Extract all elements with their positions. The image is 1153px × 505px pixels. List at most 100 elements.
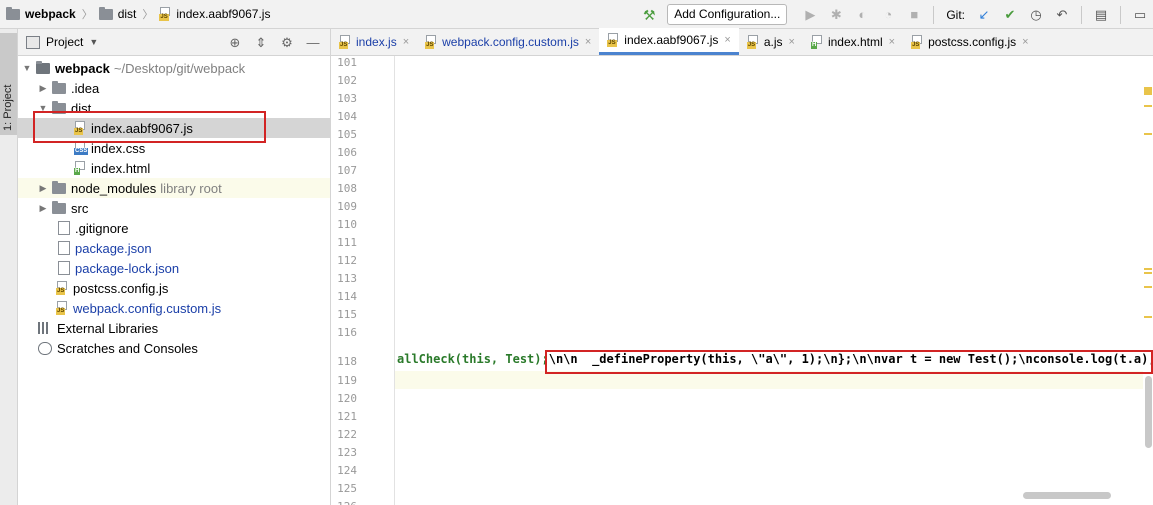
line-number: 111 xyxy=(337,236,357,249)
chevron-right-icon[interactable]: ▶ xyxy=(38,183,48,194)
horizontal-scrollbar[interactable] xyxy=(1023,492,1111,499)
git-commit-icon[interactable]: ✔ xyxy=(1002,7,1018,23)
breadcrumb-project[interactable]: webpack xyxy=(6,6,76,21)
html-file-icon: H xyxy=(74,161,87,175)
main-toolbar: ⚒ Add Configuration... ▶ ✱ ◐ ◔ ■ Git: ↙ … xyxy=(641,0,1153,29)
line-number: 114 xyxy=(337,290,357,303)
git-revert-icon[interactable]: ↶ xyxy=(1054,7,1070,23)
tab-index-aabf9067-js[interactable]: JS index.aabf9067.js × xyxy=(599,28,739,55)
warning-mark[interactable] xyxy=(1144,87,1152,95)
close-icon[interactable]: × xyxy=(724,34,730,46)
css-file-icon: CSS xyxy=(74,141,89,155)
coverage-icon[interactable]: ◐ xyxy=(854,7,870,23)
warning-mark[interactable] xyxy=(1144,286,1152,288)
project-view-selector[interactable]: Project xyxy=(46,35,83,49)
project-panel-header: Project ▼ ⊕ ⇕ ⚙ — xyxy=(18,29,330,56)
line-number: 113 xyxy=(337,272,357,285)
warning-mark[interactable] xyxy=(1144,133,1152,135)
git-history-icon[interactable]: ◷ xyxy=(1028,7,1044,23)
line-number: 105 xyxy=(337,128,357,141)
debug-icon[interactable]: ✱ xyxy=(828,7,844,23)
warning-mark[interactable] xyxy=(1144,316,1152,318)
tree-item-package-json[interactable]: package.json xyxy=(18,238,330,258)
git-label: Git: xyxy=(946,7,965,22)
html-file-icon: H xyxy=(810,34,824,49)
line-number: 108 xyxy=(337,182,357,195)
warning-mark[interactable] xyxy=(1144,105,1152,107)
tab-webpack-config-custom-js[interactable]: JS webpack.config.custom.js × xyxy=(417,28,599,55)
folder-icon xyxy=(52,80,66,94)
chevron-right-icon: 〉 xyxy=(81,9,93,21)
warning-mark[interactable] xyxy=(1144,268,1152,270)
line-number: 115 xyxy=(337,308,357,321)
line-number: 123 xyxy=(337,446,357,459)
js-file-icon: JS xyxy=(56,301,69,315)
selected-file-highlight-box xyxy=(33,111,266,143)
tree-item-index-html[interactable]: H index.html xyxy=(18,158,330,178)
project-panel: Project ▼ ⊕ ⇕ ⚙ — ▼ webpack ~/Desktop/gi… xyxy=(18,29,331,505)
line-number: 120 xyxy=(337,392,357,405)
gear-icon[interactable]: ⚙ xyxy=(279,35,295,51)
js-file-icon: JS xyxy=(911,34,924,49)
chevron-down-icon[interactable]: ▼ xyxy=(89,37,98,47)
line-number: 104 xyxy=(337,110,357,123)
chevron-right-icon[interactable]: ▶ xyxy=(38,203,48,214)
chevron-down-icon[interactable]: ▼ xyxy=(22,63,32,73)
line-number: 124 xyxy=(337,464,357,477)
line-number: 116 xyxy=(337,326,357,339)
close-icon[interactable]: × xyxy=(403,36,409,48)
run-icon[interactable]: ▶ xyxy=(802,7,818,23)
library-icon xyxy=(38,322,52,334)
locate-icon[interactable]: ⊕ xyxy=(227,35,243,51)
stop-icon[interactable]: ■ xyxy=(906,7,922,23)
git-update-icon[interactable]: ↙ xyxy=(976,7,992,23)
json-file-icon xyxy=(58,261,70,275)
hide-icon[interactable]: — xyxy=(305,35,321,51)
close-icon[interactable]: × xyxy=(889,36,895,48)
line-number: 109 xyxy=(337,200,357,213)
close-icon[interactable]: × xyxy=(1022,36,1028,48)
line-number: 122 xyxy=(337,428,357,441)
js-file-icon: JS xyxy=(746,34,760,49)
tab-index-js[interactable]: JS index.js × xyxy=(331,28,417,55)
project-structure-icon[interactable]: ▤ xyxy=(1093,7,1109,23)
chevron-right-icon[interactable]: ▶ xyxy=(38,83,48,94)
code-prefix: allCheck(this, Test); xyxy=(397,352,549,366)
line-number: 101 xyxy=(337,56,357,69)
navigation-bar: webpack 〉 dist 〉 JS index.aabf9067.js ⚒ … xyxy=(0,0,1153,29)
line-number: 126 xyxy=(331,500,357,505)
project-tool-tab[interactable]: 1: Project xyxy=(0,33,17,135)
breadcrumb-folder[interactable]: dist xyxy=(98,6,136,21)
tree-item-package-lock-json[interactable]: package-lock.json xyxy=(18,258,330,278)
tree-item-idea[interactable]: ▶ .idea xyxy=(18,78,330,98)
tab-postcss-config-js[interactable]: JS postcss.config.js × xyxy=(903,28,1036,55)
add-configuration-button[interactable]: Add Configuration... xyxy=(667,4,788,25)
folder-icon xyxy=(52,200,66,214)
tree-item-webpack-config-custom-js[interactable]: JS webpack.config.custom.js xyxy=(18,298,330,318)
vertical-scrollbar[interactable] xyxy=(1145,376,1152,448)
tab-index-html[interactable]: H index.html × xyxy=(803,28,903,55)
close-icon[interactable]: × xyxy=(585,36,591,48)
tree-item-webpack[interactable]: ▼ webpack ~/Desktop/git/webpack xyxy=(18,58,330,78)
editor-tabs: JS index.js × JS webpack.config.custom.j… xyxy=(331,28,1153,56)
breadcrumb: webpack 〉 dist 〉 JS index.aabf9067.js xyxy=(0,0,270,29)
tab-a-js[interactable]: JS a.js × xyxy=(739,28,803,55)
tree-item-node-modules[interactable]: ▶ node_modules library root xyxy=(18,178,330,198)
line-number: 118 xyxy=(337,355,357,368)
tree-item-src[interactable]: ▶ src xyxy=(18,198,330,218)
breadcrumb-file[interactable]: JS index.aabf9067.js xyxy=(159,7,270,21)
warning-mark[interactable] xyxy=(1144,272,1152,274)
tree-item-postcss-config-js[interactable]: JS postcss.config.js xyxy=(18,278,330,298)
json-file-icon xyxy=(58,241,70,255)
tree-item-external-libraries[interactable]: External Libraries xyxy=(18,318,330,338)
collapse-all-icon[interactable]: ⇕ xyxy=(253,35,269,51)
line-number: 112 xyxy=(337,254,357,267)
tree-item-scratches[interactable]: Scratches and Consoles xyxy=(18,338,330,358)
profile-icon[interactable]: ◔ xyxy=(880,7,896,23)
hammer-icon[interactable]: ⚒ xyxy=(641,7,657,23)
tree-item-gitignore[interactable]: .gitignore xyxy=(18,218,330,238)
js-file-icon: JS xyxy=(425,34,438,49)
close-icon[interactable]: × xyxy=(789,36,795,48)
line-number: 107 xyxy=(337,164,357,177)
terminal-icon[interactable]: ▭ xyxy=(1132,7,1148,23)
